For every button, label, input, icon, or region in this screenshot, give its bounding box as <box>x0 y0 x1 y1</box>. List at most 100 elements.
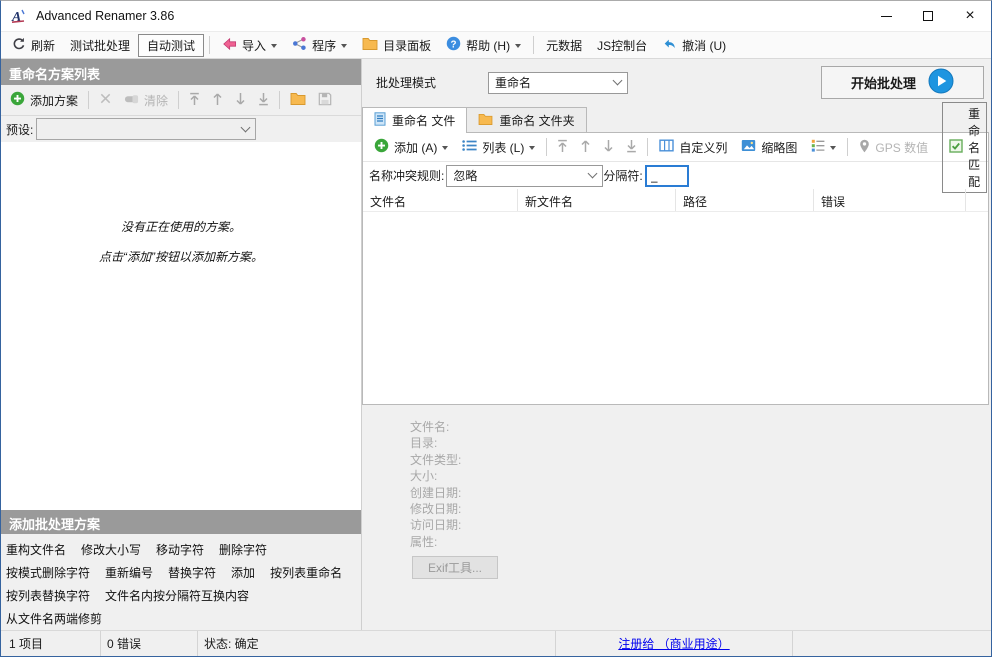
file-move-top-button[interactable] <box>551 136 574 159</box>
auto-test-toggle[interactable]: 自动测试 <box>138 33 205 57</box>
column-header-filler <box>966 189 988 211</box>
empty-state-line2: 点击“添加”按钮以添加新方案。 <box>99 250 263 264</box>
close-icon: × <box>965 7 975 24</box>
info-size-label: 大小: <box>410 469 438 484</box>
import-icon <box>222 37 237 54</box>
file-icon <box>374 112 386 129</box>
move-top-button[interactable] <box>183 89 206 112</box>
save-methods-button[interactable] <box>312 89 338 112</box>
file-info-panel: 文件名: 目录: 文件类型: 大小: 创建日期: 修改日期: 访问日期: 属性: <box>410 419 991 550</box>
method-link[interactable]: 文件名内按分隔符互换内容 <box>105 587 249 604</box>
list-button[interactable]: 列表 (L) <box>455 136 542 159</box>
move-down-icon <box>235 92 246 109</box>
methods-toolbar: 添加方案 清除 <box>1 85 361 116</box>
program-icon <box>292 36 307 54</box>
file-move-down-button[interactable] <box>597 136 620 159</box>
view-options-button[interactable] <box>804 136 843 158</box>
move-top-icon <box>557 139 568 156</box>
method-link[interactable]: 添加 <box>231 564 255 581</box>
columns-icon <box>659 139 675 155</box>
move-top-icon <box>189 92 200 109</box>
collision-rule-row: 名称冲突规则: 忽略 分隔符: <box>363 162 988 189</box>
registered-to-link[interactable]: 注册给 （商业用途） <box>618 635 729 652</box>
main-area: 重命名方案列表 添加方案 清除 预设: 没有正在使用的方案。 点击“添加”按钮以… <box>1 59 991 630</box>
move-up-button[interactable] <box>206 89 229 112</box>
collision-rule-label: 名称冲突规则: <box>369 169 445 183</box>
column-header-error[interactable]: 错误 <box>814 189 966 211</box>
move-bottom-icon <box>258 92 269 109</box>
batch-mode-label: 批处理模式 <box>376 76 437 90</box>
test-batch-button[interactable]: 测试批处理 <box>63 34 137 57</box>
titlebar: A Advanced Renamer 3.86 × <box>1 1 991 31</box>
preset-combobox[interactable] <box>36 118 257 140</box>
file-table-body[interactable] <box>363 212 988 404</box>
method-link[interactable]: 从文件名两端修剪 <box>6 610 102 627</box>
method-link[interactable]: 重新编号 <box>105 564 153 581</box>
file-move-up-button[interactable] <box>574 136 597 159</box>
table-header: 文件名 新文件名 路径 错误 <box>363 189 988 212</box>
open-methods-button[interactable] <box>284 89 312 111</box>
move-bottom-button[interactable] <box>252 89 275 112</box>
save-icon <box>318 92 332 109</box>
add-method-button[interactable]: 添加方案 <box>4 88 84 112</box>
move-up-icon <box>212 92 223 109</box>
import-button[interactable]: 导入 <box>215 34 284 57</box>
thumbnails-button[interactable]: 缩略图 <box>734 136 804 159</box>
method-links-row: 重构文件名 修改大小写 移动字符 删除字符 <box>6 538 356 561</box>
method-link[interactable]: 替换字符 <box>168 564 216 581</box>
column-header-path[interactable]: 路径 <box>676 189 814 211</box>
program-button[interactable]: 程序 <box>285 33 354 57</box>
clear-methods-button[interactable]: 清除 <box>118 89 174 112</box>
chevron-down-icon <box>341 43 348 51</box>
delete-method-button[interactable] <box>93 89 118 111</box>
chevron-down-icon <box>515 43 522 51</box>
dir-panel-button[interactable]: 目录面板 <box>355 34 438 57</box>
method-links: 重构文件名 修改大小写 移动字符 删除字符 按模式删除字符 重新编号 替换字符 … <box>1 534 361 630</box>
method-link[interactable]: 移动字符 <box>156 541 204 558</box>
undo-button[interactable]: 撤消 (U) <box>655 34 733 57</box>
help-icon: ? <box>446 36 461 54</box>
info-directory-label: 目录: <box>410 436 438 451</box>
method-link[interactable]: 按列表替换字符 <box>6 587 90 604</box>
folder-icon <box>362 37 378 53</box>
add-files-button[interactable]: 添加 (A) <box>367 135 455 159</box>
thumbnail-icon <box>741 139 756 155</box>
js-console-button[interactable]: JS控制台 <box>590 34 654 57</box>
chevron-down-icon <box>240 122 251 132</box>
info-created-label: 创建日期: <box>410 485 462 500</box>
batch-mode-combobox[interactable]: 重命名 <box>488 71 628 94</box>
close-button[interactable]: × <box>949 1 991 31</box>
custom-columns-button[interactable]: 自定义列 <box>652 136 734 159</box>
method-link[interactable]: 按列表重命名 <box>270 564 342 581</box>
info-accessed-label: 访问日期: <box>410 518 462 533</box>
separator-input[interactable] <box>644 164 689 187</box>
minimize-button[interactable] <box>865 1 907 31</box>
column-header-new-filename[interactable]: 新文件名 <box>518 189 676 211</box>
start-batch-button[interactable]: 开始批处理 <box>821 66 984 99</box>
move-down-button[interactable] <box>229 89 252 112</box>
maximize-button[interactable] <box>907 1 949 31</box>
help-button[interactable]: ? 帮助 (H) <box>439 33 528 57</box>
metadata-button[interactable]: 元数据 <box>539 34 589 57</box>
rename-methods-panel: 重命名方案列表 添加方案 清除 预设: 没有正在使用的方案。 点击“添加”按钮以… <box>1 59 362 630</box>
exif-tool-button[interactable]: Exif工具... <box>412 556 498 580</box>
tab-rename-files[interactable]: 重命名 文件 <box>362 107 468 133</box>
gps-values-button[interactable]: GPS 数值 <box>852 136 935 159</box>
preset-row: 预设: <box>1 116 361 142</box>
column-header-filename[interactable]: 文件名 <box>363 189 518 211</box>
maximize-icon <box>923 11 933 21</box>
file-move-bottom-button[interactable] <box>620 136 643 159</box>
method-link[interactable]: 修改大小写 <box>81 541 141 558</box>
methods-panel-header: 重命名方案列表 <box>1 59 361 85</box>
method-link[interactable]: 删除字符 <box>219 541 267 558</box>
svg-text:?: ? <box>451 39 457 50</box>
chevron-down-icon <box>830 145 837 153</box>
chevron-down-icon <box>587 168 598 179</box>
method-link[interactable]: 重构文件名 <box>6 541 66 558</box>
collision-rule-combobox[interactable]: 忽略 <box>446 164 604 187</box>
refresh-icon <box>12 37 26 54</box>
method-link[interactable]: 按模式删除字符 <box>6 564 90 581</box>
refresh-button[interactable]: 刷新 <box>5 34 62 57</box>
empty-state-line1: 没有正在使用的方案。 <box>120 220 241 234</box>
tab-rename-folders[interactable]: 重命名 文件夹 <box>466 107 587 132</box>
